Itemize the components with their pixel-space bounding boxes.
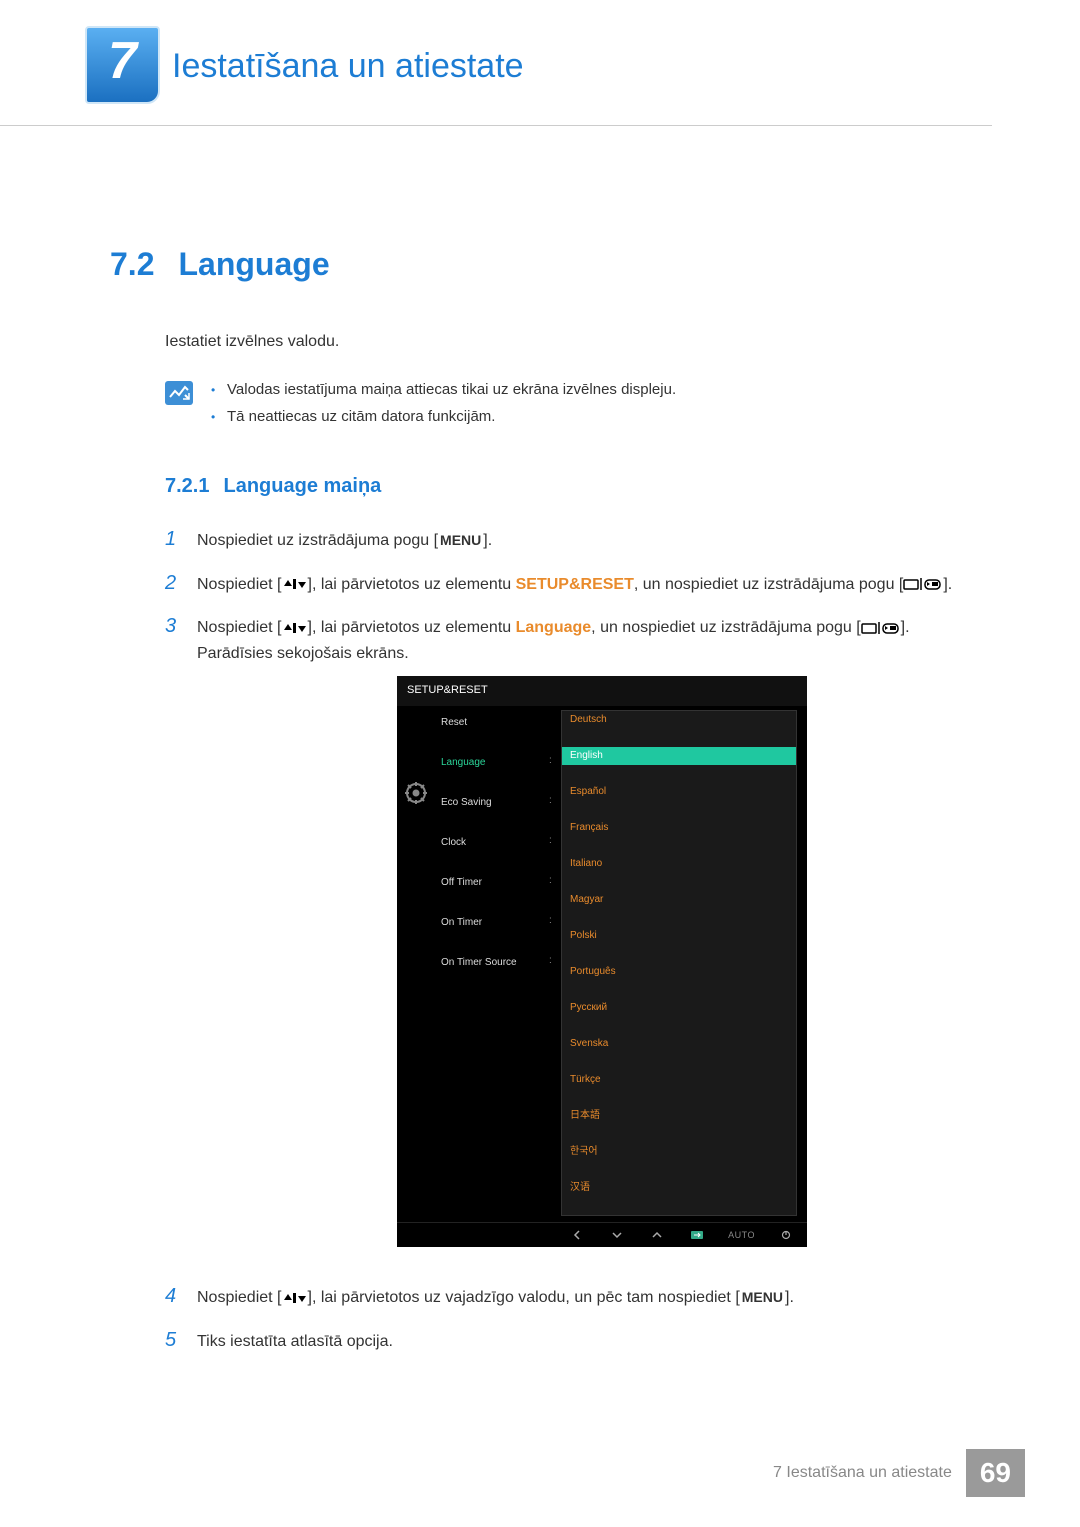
step-3: 3 Nospiediet [ ], lai pārvietotos uz elem… <box>165 615 985 1267</box>
step-text: Nospiediet uz izstrādājuma pogu [MENU]. <box>197 528 985 554</box>
text: Nospiediet [ <box>197 619 282 636</box>
note-list: Valodas iestatījuma maiņa attiecas tikai… <box>211 381 676 435</box>
text: , un nospiediet uz izstrādājuma pogu [ <box>634 576 904 593</box>
osd-menu-item: Off Timer <box>441 872 549 894</box>
enter-source-icon <box>861 621 901 635</box>
osd-colon-column: :::::: <box>549 710 561 1216</box>
osd-lang-item: 汉语 <box>562 1179 796 1197</box>
text: ]. <box>483 532 492 549</box>
osd-lang-item-highlighted: English <box>562 747 796 765</box>
step-number: 5 <box>165 1329 181 1355</box>
step-text: Nospiediet [ ], lai pārvietotos uz vajadz… <box>197 1285 985 1311</box>
osd-lang-item: 日本語 <box>562 1107 796 1125</box>
menu-key: MENU <box>438 529 483 551</box>
osd-lang-item: Français <box>562 819 796 837</box>
emphasis: Language <box>516 619 592 636</box>
step-text: Nospiediet [ ], lai pārvietotos uz elemen… <box>197 615 985 1267</box>
osd-menu-item: On Timer <box>441 912 549 934</box>
step-number: 1 <box>165 528 181 554</box>
text: Nospiediet [ <box>197 576 282 593</box>
subsection-title: Language maiņa <box>223 475 381 498</box>
up-down-icon <box>282 578 308 590</box>
osd-menu-column: Reset Language Eco Saving Clock Off Time… <box>397 710 549 1216</box>
text: ]. <box>943 576 952 593</box>
text: Nospiediet [ <box>197 1289 282 1306</box>
subsection-number: 7.2.1 <box>165 475 209 498</box>
step-1: 1 Nospiediet uz izstrādājuma pogu [MENU]… <box>165 528 985 554</box>
osd-lang-item: Deutsch <box>562 711 796 729</box>
osd-lang-item: Русский <box>562 999 796 1017</box>
subsection-heading: 7.2.1 Language maiņa <box>165 475 985 498</box>
osd-lang-item: Português <box>562 963 796 981</box>
section-number: 7.2 <box>110 246 154 283</box>
page-header: 7 Iestatīšana un atiestate <box>0 0 992 126</box>
osd-language-list: Deutsch English Español Français Italian… <box>561 710 797 1216</box>
footer-page-number: 69 <box>966 1449 1025 1497</box>
osd-menu-item: Clock <box>441 832 549 854</box>
osd-lang-item: Polski <box>562 927 796 945</box>
up-down-icon <box>282 622 308 634</box>
content: 7.2 Language Iestatiet izvēlnes valodu. … <box>0 126 1080 1355</box>
step-text: Tiks iestatīta atlasītā opcija. <box>197 1329 985 1355</box>
osd-screenshot: SETUP&RESET <box>397 676 807 1247</box>
osd-panel: SETUP&RESET <box>397 676 807 1247</box>
menu-key: MENU <box>740 1286 785 1308</box>
chapter-title: Iestatīšana un atiestate <box>172 47 524 86</box>
osd-lang-item: Italiano <box>562 855 796 873</box>
step-2: 2 Nospiediet [ ], lai pārvietotos uz elem… <box>165 572 985 598</box>
text: ], lai pārvietotos uz elementu <box>308 576 516 593</box>
emphasis: SETUP&RESET <box>516 576 634 593</box>
steps-list: 1 Nospiediet uz izstrādājuma pogu [MENU]… <box>165 528 985 1355</box>
osd-menu-list: Reset Language Eco Saving Clock Off Time… <box>441 712 549 974</box>
osd-enter-icon <box>688 1228 706 1242</box>
text: Nospiediet uz izstrādājuma pogu [ <box>197 532 438 549</box>
chapter-badge: 7 <box>85 25 160 107</box>
osd-auto-label: AUTO <box>728 1228 755 1242</box>
footer-text: 7 Iestatīšana un atiestate <box>773 1464 952 1482</box>
note-item: Valodas iestatījuma maiņa attiecas tikai… <box>211 381 676 398</box>
note-block: Valodas iestatījuma maiņa attiecas tikai… <box>165 381 985 435</box>
osd-lang-item: Türkçe <box>562 1071 796 1089</box>
step-4: 4 Nospiediet [ ], lai pārvietotos uz vaja… <box>165 1285 985 1311</box>
osd-lang-item: 한국어 <box>562 1143 796 1161</box>
text: ]. <box>785 1289 794 1306</box>
step-5: 5 Tiks iestatīta atlasītā opcija. <box>165 1329 985 1355</box>
osd-lang-item: Magyar <box>562 891 796 909</box>
note-item: Tā neattiecas uz citām datora funkcijām. <box>211 408 676 425</box>
enter-source-icon <box>903 577 943 591</box>
note-icon <box>165 381 193 405</box>
step-text: Nospiediet [ ], lai pārvietotos uz elemen… <box>197 572 985 598</box>
chapter-number: 7 <box>108 31 137 91</box>
text: , un nospiediet uz izstrādājuma pogu [ <box>591 619 861 636</box>
osd-lang-item: Español <box>562 783 796 801</box>
page-footer: 7 Iestatīšana un atiestate 69 <box>773 1449 1025 1497</box>
section-intro: Iestatiet izvēlnes valodu. <box>165 333 985 351</box>
osd-up-icon <box>648 1228 666 1242</box>
text: ], lai pārvietotos uz elementu <box>308 619 516 636</box>
osd-menu-item: Eco Saving <box>441 792 549 814</box>
step-number: 4 <box>165 1285 181 1311</box>
osd-down-icon <box>608 1228 626 1242</box>
step-number: 3 <box>165 615 181 1267</box>
osd-body: Reset Language Eco Saving Clock Off Time… <box>397 706 807 1222</box>
osd-lang-column: Deutsch English Español Français Italian… <box>561 710 807 1216</box>
osd-menu-item: On Timer Source <box>441 952 549 974</box>
step-number: 2 <box>165 572 181 598</box>
osd-power-icon <box>777 1228 795 1242</box>
osd-left-icon <box>568 1228 586 1242</box>
osd-bottom-bar: AUTO <box>397 1222 807 1247</box>
up-down-icon <box>282 1292 308 1304</box>
osd-lang-item: Svenska <box>562 1035 796 1053</box>
text: ], lai pārvietotos uz vajadzīgo valodu, … <box>308 1289 740 1306</box>
section-title: Language <box>178 246 329 283</box>
gear-icon <box>405 782 427 804</box>
section-heading: 7.2 Language <box>110 246 985 283</box>
osd-menu-item-selected: Language <box>441 752 549 774</box>
osd-title: SETUP&RESET <box>397 676 807 706</box>
osd-menu-item: Reset <box>441 712 549 734</box>
